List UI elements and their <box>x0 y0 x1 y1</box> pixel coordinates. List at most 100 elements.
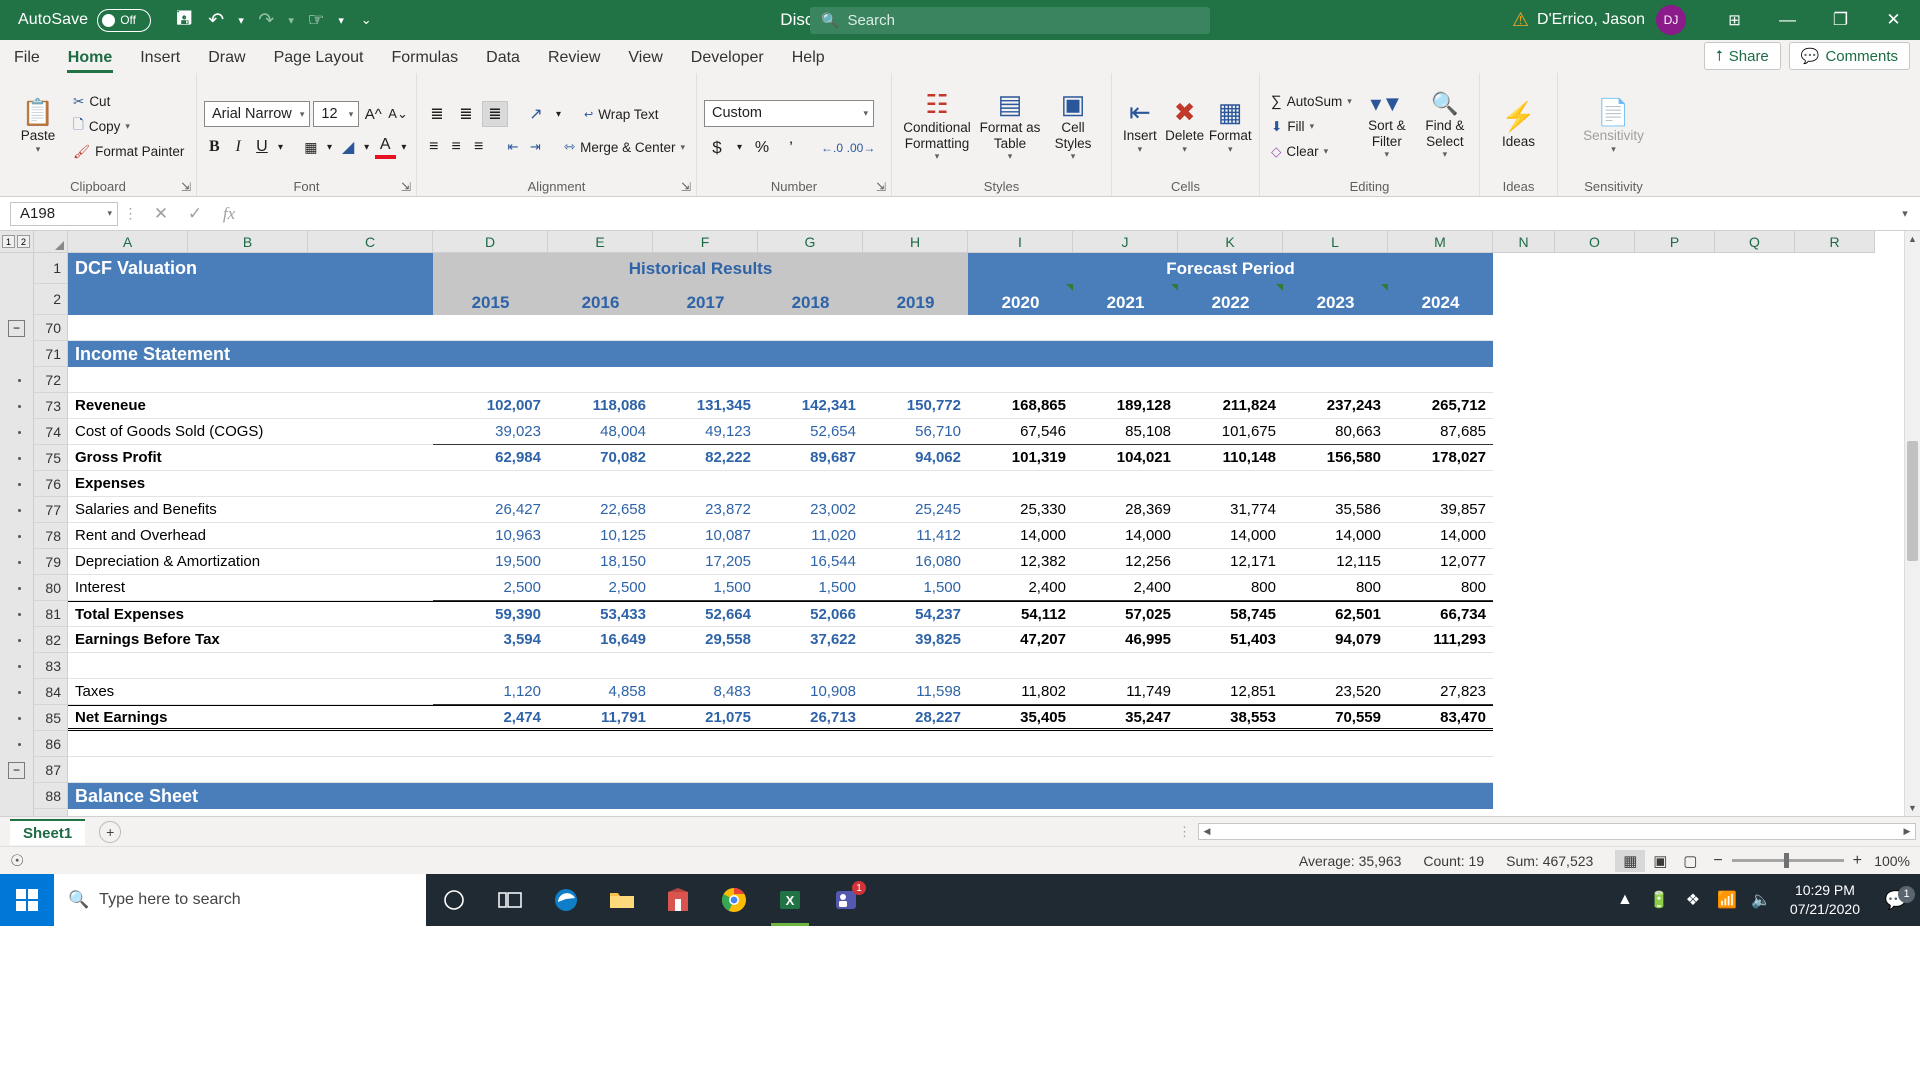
cell-L74[interactable]: 80,663 <box>1283 419 1388 445</box>
cell-F79[interactable]: 17,205 <box>653 549 758 575</box>
merge-center-dropdown-icon[interactable]: ▾ <box>680 142 685 153</box>
year-header-2024[interactable]: 2024 <box>1388 284 1493 315</box>
align-middle-icon[interactable]: ≣ <box>453 101 479 127</box>
cell-G85[interactable]: 26,713 <box>758 705 863 731</box>
page-break-view-icon[interactable]: ▢ <box>1675 850 1705 872</box>
borders-icon[interactable]: ▦ <box>301 134 322 160</box>
cell-L80[interactable]: 800 <box>1283 575 1388 601</box>
row-header-79[interactable]: 79 <box>34 549 68 575</box>
cell-D86[interactable] <box>433 731 548 757</box>
cell-H86[interactable] <box>863 731 968 757</box>
cell-E75[interactable]: 70,082 <box>548 445 653 471</box>
row-header-80[interactable]: 80 <box>34 575 68 601</box>
column-header-j[interactable]: J <box>1073 231 1178 253</box>
tab-view[interactable]: View <box>614 42 676 73</box>
cell-F80[interactable]: 1,500 <box>653 575 758 601</box>
scroll-right-icon[interactable]: ▶ <box>1899 826 1915 837</box>
chevron-down-icon[interactable]: ▾ <box>935 151 940 161</box>
redo-dropdown-icon[interactable]: ▾ <box>283 5 299 35</box>
cell-M82[interactable]: 111,293 <box>1388 627 1493 653</box>
enter-icon[interactable]: ✓ <box>178 201 212 227</box>
cell-I82[interactable]: 47,207 <box>968 627 1073 653</box>
cell-I73[interactable]: 168,865 <box>968 393 1073 419</box>
autosum-button[interactable]: ∑ AutoSum ▾ <box>1267 89 1356 114</box>
cell-E80[interactable]: 2,500 <box>548 575 653 601</box>
increase-decimal-icon[interactable]: .00→ <box>847 135 876 161</box>
alignment-dialog-launcher-icon[interactable]: ⇲ <box>681 180 691 194</box>
cell-F76[interactable] <box>653 471 758 497</box>
cell-E72[interactable] <box>548 367 653 393</box>
chrome-icon[interactable] <box>706 874 762 926</box>
underline-dropdown-icon[interactable]: ▾ <box>275 134 285 160</box>
font-color-dropdown-icon[interactable]: ▾ <box>399 134 409 160</box>
cell-M80[interactable]: 800 <box>1388 575 1493 601</box>
cell-D70[interactable] <box>433 315 548 341</box>
table-row[interactable]: Rent and Overhead 10,963 10,125 10,087 11,02… <box>68 523 1493 549</box>
row-label-76[interactable]: Expenses <box>68 471 433 497</box>
close-button[interactable]: ✕ <box>1867 0 1920 40</box>
table-row[interactable] <box>68 367 1493 393</box>
column-header-f[interactable]: F <box>653 231 758 253</box>
cell-M88[interactable] <box>1388 783 1493 809</box>
column-header-q[interactable]: Q <box>1715 231 1795 253</box>
cell-J89[interactable] <box>1073 809 1178 816</box>
cell-M77[interactable]: 39,857 <box>1388 497 1493 523</box>
row-label-78[interactable]: Rent and Overhead <box>68 523 433 549</box>
column-header-k[interactable]: K <box>1178 231 1283 253</box>
tab-help[interactable]: Help <box>778 42 839 73</box>
cell-K81[interactable]: 58,745 <box>1178 601 1283 627</box>
tab-file[interactable]: File <box>0 42 54 73</box>
cut-button[interactable]: ✂ Cut <box>69 89 188 114</box>
sheet-tab-sheet1[interactable]: Sheet1 <box>10 818 86 845</box>
avatar[interactable]: DJ <box>1656 5 1686 35</box>
cell-J86[interactable] <box>1073 731 1178 757</box>
cell-G71[interactable] <box>758 341 863 367</box>
tab-review[interactable]: Review <box>534 42 614 73</box>
cell-M70[interactable] <box>1388 315 1493 341</box>
fill-color-icon[interactable]: ◢ <box>338 134 359 160</box>
cell-D84[interactable]: 1,120 <box>433 679 548 705</box>
cell-K72[interactable] <box>1178 367 1283 393</box>
table-row[interactable] <box>68 757 1493 783</box>
cell-E70[interactable] <box>548 315 653 341</box>
cell-E79[interactable]: 18,150 <box>548 549 653 575</box>
cell-F75[interactable]: 82,222 <box>653 445 758 471</box>
row-label-81[interactable]: Total Expenses <box>68 601 433 627</box>
cell-J78[interactable]: 14,000 <box>1073 523 1178 549</box>
cell-I86[interactable] <box>968 731 1073 757</box>
cell-I75[interactable]: 101,319 <box>968 445 1073 471</box>
cell-H70[interactable] <box>863 315 968 341</box>
cell-E76[interactable] <box>548 471 653 497</box>
fill-button[interactable]: ⬇ Fill ▾ <box>1267 114 1356 139</box>
row-header-2[interactable]: 2 <box>34 284 68 315</box>
table-row[interactable]: Cost of Goods Sold (COGS) 39,023 48,004 49,… <box>68 419 1493 445</box>
comma-format-icon[interactable]: ’ <box>778 135 804 161</box>
chevron-down-icon[interactable]: ▾ <box>1071 151 1076 161</box>
cell-D76[interactable] <box>433 471 548 497</box>
chevron-down-icon[interactable]: ▾ <box>1611 144 1616 154</box>
row-header-76[interactable]: 76 <box>34 471 68 497</box>
clear-button[interactable]: ◇ Clear ▾ <box>1267 139 1356 164</box>
cell-K88[interactable] <box>1178 783 1283 809</box>
percent-format-icon[interactable]: % <box>749 135 775 161</box>
cell-F84[interactable]: 8,483 <box>653 679 758 705</box>
decrease-decimal-icon[interactable]: ←.0 <box>819 135 845 161</box>
borders-dropdown-icon[interactable]: ▾ <box>324 134 334 160</box>
save-icon[interactable]: 🖪 <box>169 5 199 35</box>
cell-J75[interactable]: 104,021 <box>1073 445 1178 471</box>
formula-input[interactable] <box>246 201 1894 227</box>
cell-I78[interactable]: 14,000 <box>968 523 1073 549</box>
cell-H81[interactable]: 54,237 <box>863 601 968 627</box>
zoom-level[interactable]: 100% <box>1862 853 1910 869</box>
cell-M73[interactable]: 265,712 <box>1388 393 1493 419</box>
paste-button[interactable]: 📋 Paste ▾ <box>7 77 69 176</box>
year-header-2016[interactable]: 2016 <box>548 284 653 315</box>
cell-H75[interactable]: 94,062 <box>863 445 968 471</box>
chevron-down-icon[interactable]: ▾ <box>1182 144 1187 154</box>
cell-I76[interactable] <box>968 471 1073 497</box>
sensitivity-button[interactable]: 📄 Sensitivity ▾ <box>1569 99 1659 154</box>
cell-D85[interactable]: 2,474 <box>433 705 548 731</box>
row-label-86[interactable] <box>68 731 433 757</box>
column-header-b[interactable]: B <box>188 231 308 253</box>
undo-icon[interactable]: ↶ <box>201 5 231 35</box>
